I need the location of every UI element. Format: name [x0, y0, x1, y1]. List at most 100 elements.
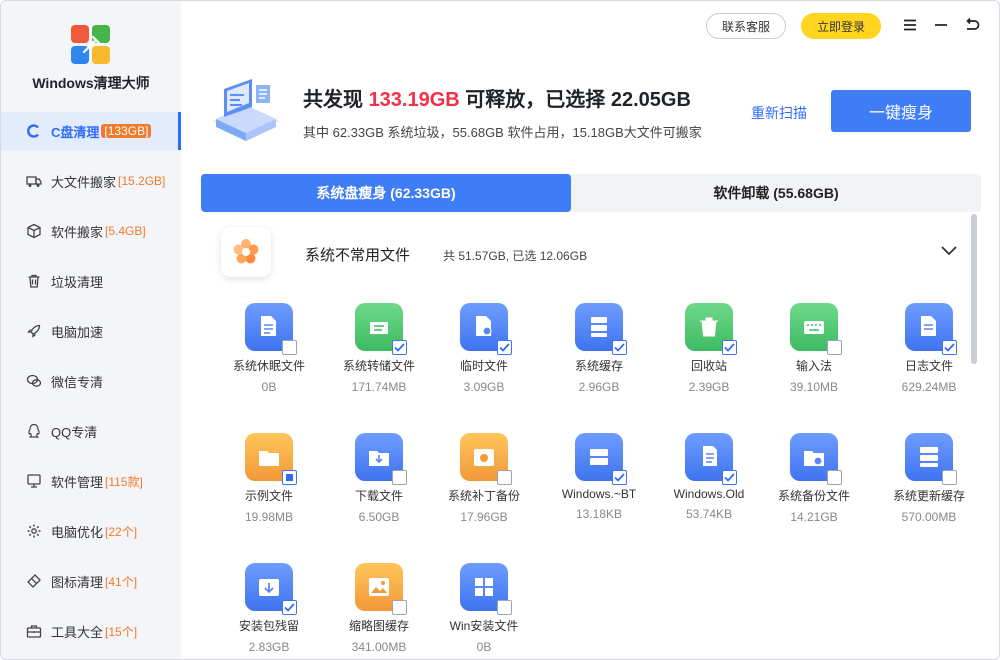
item-checkbox[interactable]: [392, 470, 407, 485]
item-checkbox[interactable]: [612, 470, 627, 485]
item-checkbox[interactable]: [497, 600, 512, 615]
trash-icon: [25, 272, 43, 290]
rescan-link[interactable]: 重新扫描: [751, 103, 807, 123]
thumbnail-icon: [355, 563, 407, 615]
item-checkbox[interactable]: [497, 470, 512, 485]
clean-item[interactable]: 系统转储文件 171.74MB: [329, 303, 429, 394]
item-size: 2.83GB: [248, 640, 290, 654]
backup-folder-icon: [790, 433, 842, 485]
item-checkbox[interactable]: [282, 470, 297, 485]
sidebar-item-label: 大文件搬家: [51, 174, 117, 190]
drive-icon: [575, 433, 627, 485]
item-checkbox[interactable]: [612, 340, 627, 355]
item-checkbox[interactable]: [282, 600, 297, 615]
sidebar-item-large-file-move[interactable]: 大文件搬家 [15.2GB]: [1, 162, 181, 200]
tab-system-slim[interactable]: 系统盘瘦身 (62.33GB): [201, 174, 571, 212]
clean-item[interactable]: 日志文件 629.24MB: [879, 303, 979, 394]
sidebar-item-icon-clean[interactable]: 图标清理 [41个]: [1, 562, 181, 600]
clean-item[interactable]: 系统休眠文件 0B: [219, 303, 319, 394]
sidebar-item-label: 图标清理: [51, 574, 104, 590]
item-size: 0B: [261, 380, 277, 394]
contact-service-button[interactable]: 联系客服: [706, 13, 786, 39]
item-checkbox[interactable]: [942, 470, 957, 485]
clean-item[interactable]: 系统缓存 2.96GB: [549, 303, 649, 394]
minimize-icon[interactable]: [931, 15, 951, 35]
sidebar-item-wechat-clean[interactable]: 微信专清: [1, 362, 181, 400]
login-button[interactable]: 立即登录: [801, 13, 881, 39]
item-name: 示例文件: [244, 489, 293, 503]
summary-title: 共发现 133.19GB 可释放，已选择 22.05GB: [303, 89, 691, 111]
clean-item[interactable]: 系统补丁备份 17.96GB: [434, 433, 534, 524]
item-size: 171.74MB: [351, 380, 407, 394]
item-checkbox[interactable]: [827, 470, 842, 485]
sidebar-item-label: 工具大全: [51, 624, 104, 640]
item-size: 2.39GB: [688, 380, 730, 394]
summary-detail: 其中 62.33GB 系统垃圾，55.68GB 软件占用，15.18GB大文件可…: [303, 125, 702, 140]
sidebar-item-badge: [22个]: [105, 524, 138, 539]
item-checkbox[interactable]: [392, 600, 407, 615]
recycle-bin-icon: [685, 303, 737, 355]
clean-item[interactable]: 安装包残留 2.83GB: [219, 563, 319, 654]
clean-item[interactable]: Windows.~BT 13.18KB: [549, 433, 649, 521]
sidebar-item-badge: [5.4GB]: [105, 224, 146, 238]
clean-item[interactable]: 输入法 39.10MB: [764, 303, 864, 394]
clean-item[interactable]: 缩略图缓存 341.00MB: [329, 563, 429, 654]
wechat-icon: [25, 372, 43, 390]
chevron-down-icon[interactable]: [939, 243, 959, 259]
sidebar-item-label: 软件管理: [51, 474, 104, 490]
item-checkbox[interactable]: [827, 340, 842, 355]
clean-item[interactable]: Win安装文件 0B: [434, 563, 534, 654]
item-name: 系统补丁备份: [447, 489, 520, 503]
clean-item[interactable]: Windows.Old 53.74KB: [659, 433, 759, 521]
item-size: 14.21GB: [790, 510, 838, 524]
sidebar-item-junk-clean[interactable]: 垃圾清理: [1, 262, 181, 300]
sidebar-item-software-manage[interactable]: 软件管理 [115款]: [1, 462, 181, 500]
item-checkbox[interactable]: [392, 340, 407, 355]
back-icon[interactable]: [962, 15, 982, 35]
sidebar-item-pc-speedup[interactable]: 电脑加速: [1, 312, 181, 350]
item-size: 6.50GB: [358, 510, 400, 524]
patch-backup-icon: [460, 433, 512, 485]
item-name: 系统转储文件: [342, 359, 415, 373]
eraser-icon: [25, 572, 43, 590]
flower-icon: [221, 227, 271, 277]
sidebar-item-software-move[interactable]: 软件搬家 [5.4GB]: [1, 212, 181, 250]
sidebar-item-toolbox[interactable]: 工具大全 [15个]: [1, 612, 181, 650]
qq-icon: [25, 422, 43, 440]
clean-item[interactable]: 系统备份文件 14.21GB: [764, 433, 864, 524]
installer-icon: [245, 563, 297, 615]
item-checkbox[interactable]: [722, 470, 737, 485]
one-click-slim-button[interactable]: 一键瘦身: [831, 90, 971, 132]
item-size: 3.09GB: [463, 380, 505, 394]
clean-item[interactable]: 示例文件 19.98MB: [219, 433, 319, 524]
tab-software-uninstall[interactable]: 软件卸载 (55.68GB): [571, 174, 981, 212]
item-checkbox[interactable]: [497, 340, 512, 355]
item-checkbox[interactable]: [282, 340, 297, 355]
sidebar-item-pc-optimize[interactable]: 电脑优化 [22个]: [1, 512, 181, 550]
document-icon: [245, 303, 297, 355]
log-file-icon: [905, 303, 957, 355]
clean-item[interactable]: 系统更新缓存 570.00MB: [879, 433, 979, 524]
item-size: 0B: [476, 640, 492, 654]
sidebar-item-badge: [15.2GB]: [118, 174, 166, 188]
item-size: 19.98MB: [244, 510, 294, 524]
windows-logo-icon: [460, 563, 512, 615]
clean-item[interactable]: 下载文件 6.50GB: [329, 433, 429, 524]
cache-icon: [575, 303, 627, 355]
sidebar-item-c-drive-clean[interactable]: C盘清理 [133GB]: [1, 112, 181, 150]
sidebar-item-label: 微信专清: [51, 374, 104, 390]
item-checkbox[interactable]: [942, 340, 957, 355]
download-folder-icon: [355, 433, 407, 485]
item-name: 系统备份文件: [777, 489, 850, 503]
menu-icon[interactable]: [900, 15, 920, 35]
item-name: 输入法: [795, 359, 832, 373]
item-size: 17.96GB: [460, 510, 508, 524]
clean-item[interactable]: 回收站 2.39GB: [659, 303, 759, 394]
clean-item[interactable]: 临时文件 3.09GB: [434, 303, 534, 394]
monitor-icon: [25, 472, 43, 490]
item-name: Windows.~BT: [561, 487, 637, 501]
toolbox-icon: [25, 622, 43, 640]
item-checkbox[interactable]: [722, 340, 737, 355]
sidebar-item-qq-clean[interactable]: QQ专清: [1, 412, 181, 450]
temp-file-icon: [460, 303, 512, 355]
